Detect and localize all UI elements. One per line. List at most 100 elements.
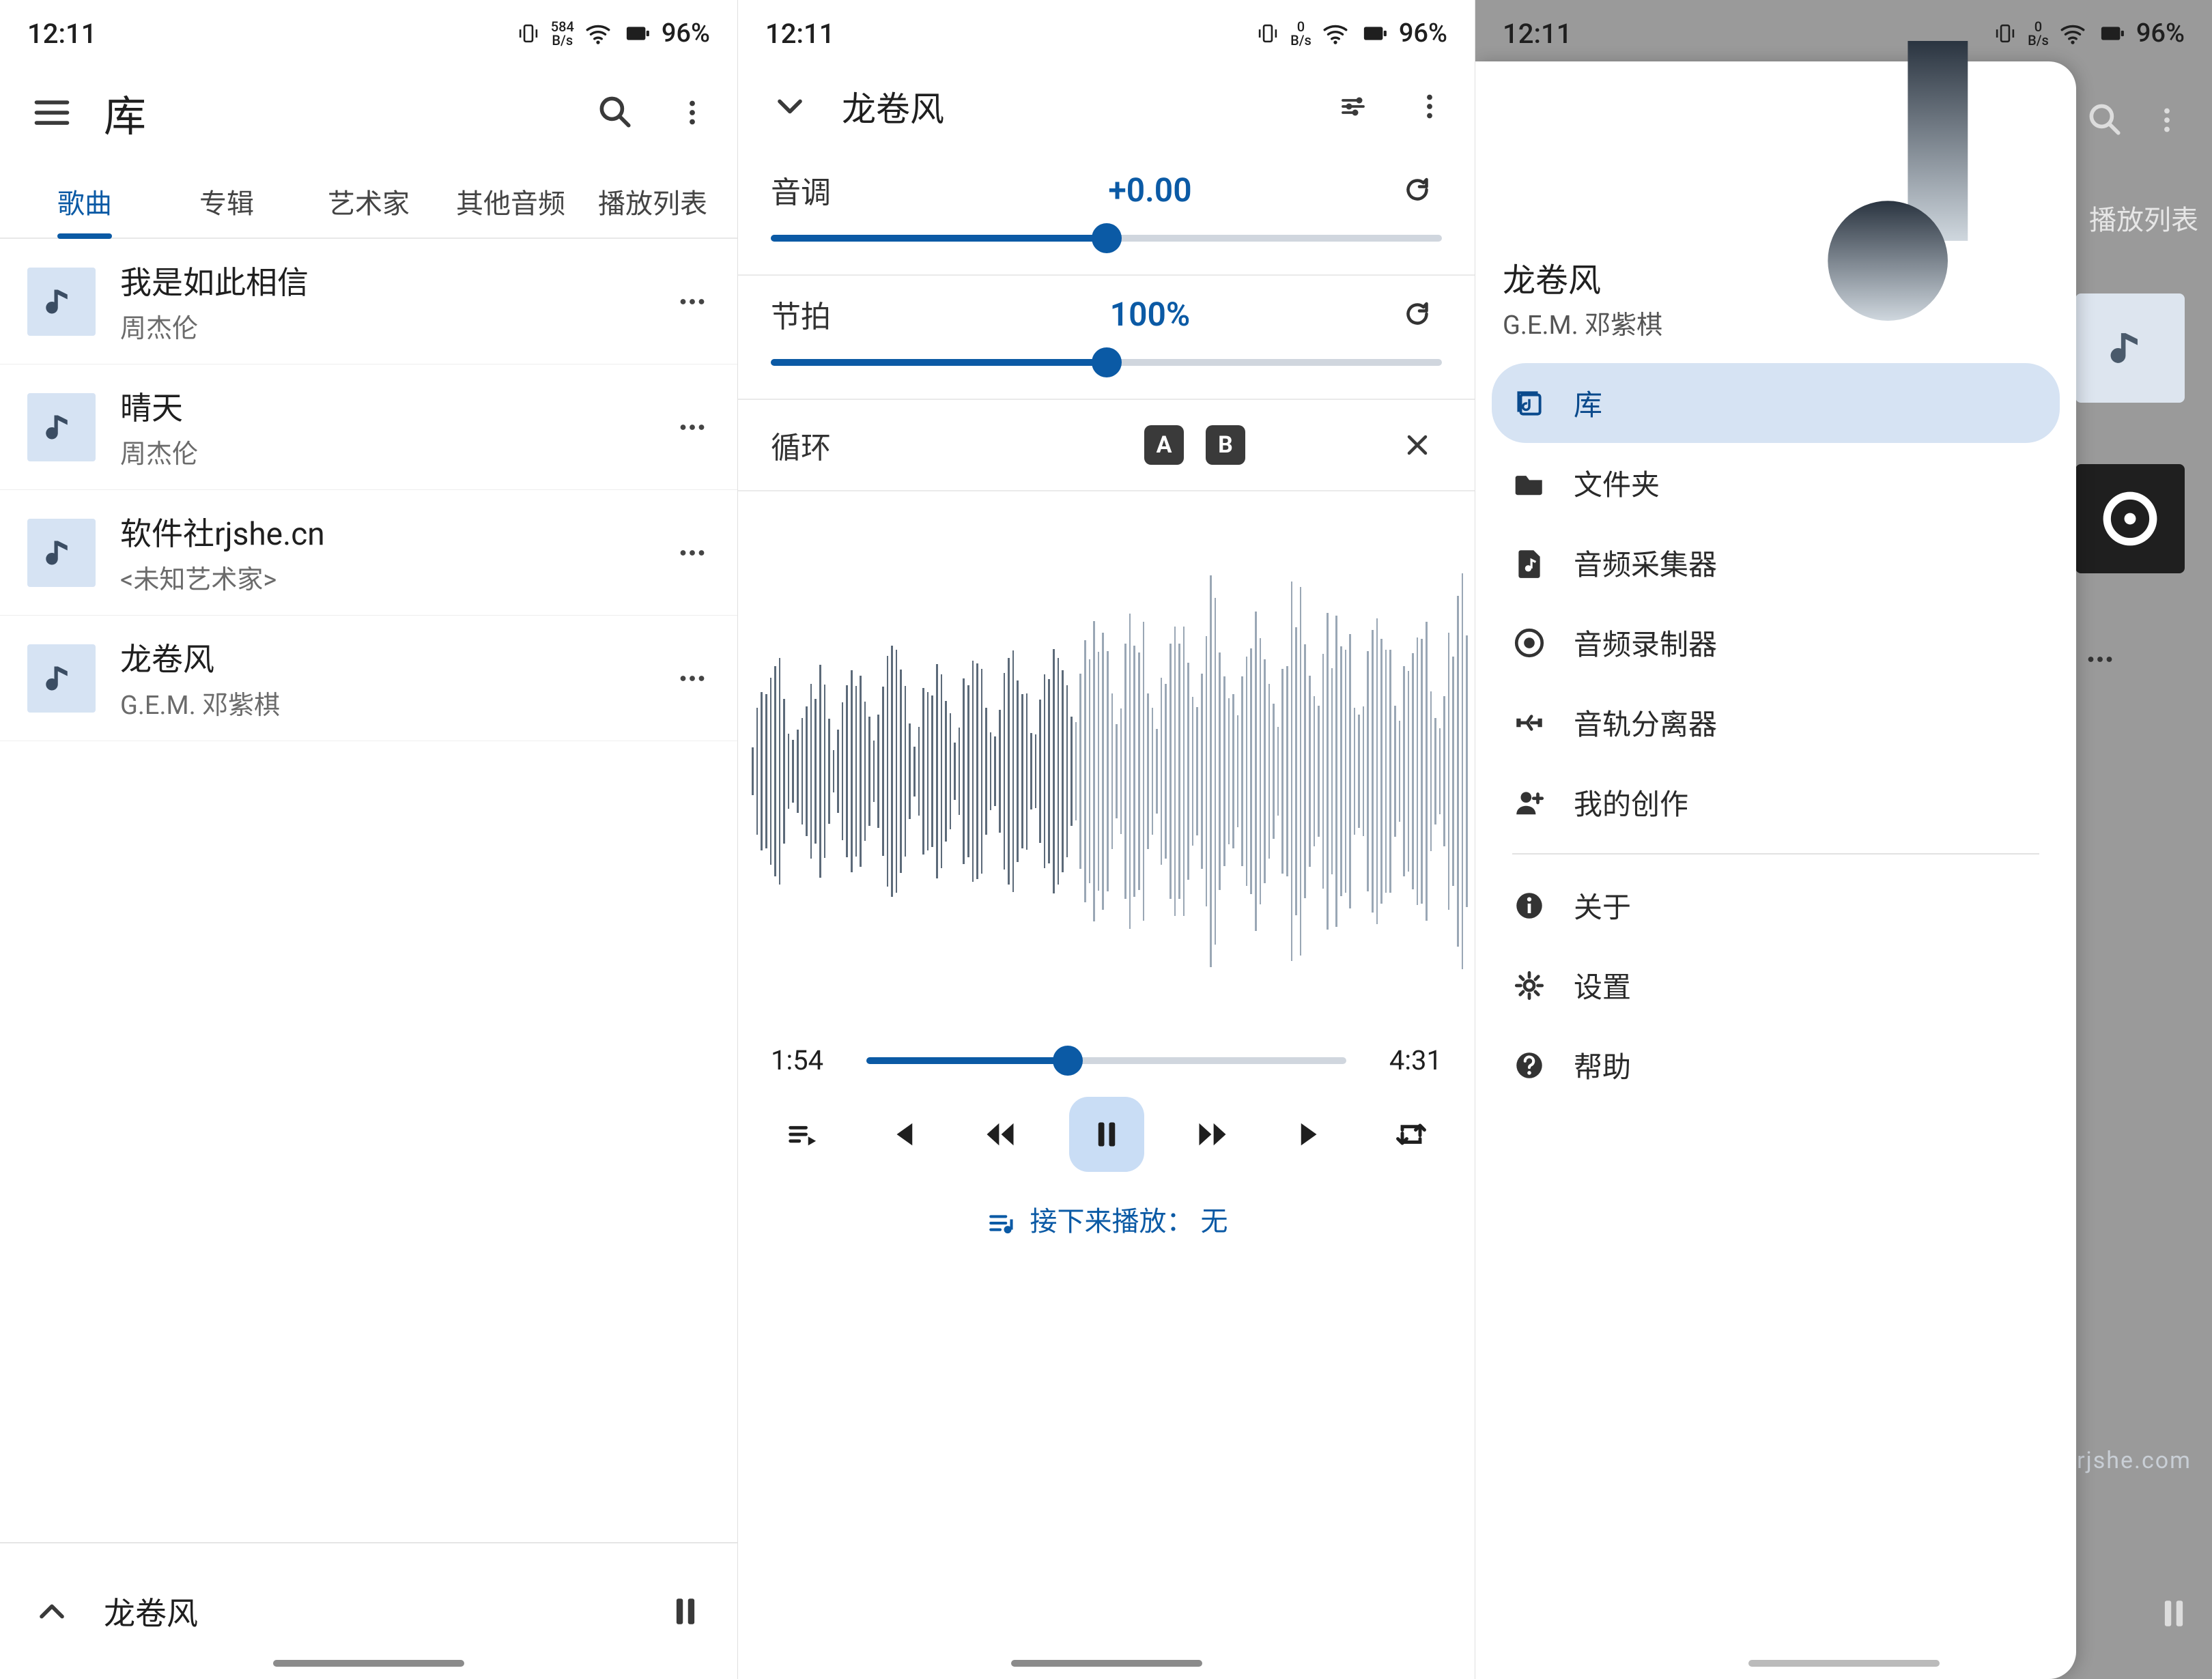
music-note-icon	[27, 644, 96, 713]
home-indicator	[1748, 1660, 1940, 1667]
home-indicator	[1011, 1660, 1202, 1667]
tab-artists[interactable]: 艺术家	[298, 164, 440, 238]
menu-item-my-creations[interactable]: 我的创作	[1492, 762, 2060, 842]
page-title: 库	[104, 82, 564, 143]
menu-item-folders[interactable]: 文件夹	[1492, 443, 2060, 523]
status-netspeed: 584B/s	[551, 20, 574, 47]
menu-item-audio-capture[interactable]: 音频采集器	[1492, 523, 2060, 603]
pitch-value: +0.00	[907, 171, 1393, 210]
screenshot-player: 12:11 0B/s 96% 龙卷风 音调 +0.00	[737, 0, 1475, 1679]
song-overflow-button[interactable]	[668, 528, 717, 577]
song-artist: 周杰伦	[120, 433, 643, 470]
wifi-icon	[1321, 19, 1350, 48]
tab-playlists[interactable]: 播放列表	[582, 164, 724, 238]
pause-button[interactable]	[661, 1587, 710, 1636]
up-next-row[interactable]: 接下来播放： 无	[738, 1186, 1475, 1266]
playback-controls	[738, 1090, 1475, 1186]
pitch-slider[interactable]	[771, 228, 1442, 248]
total-time: 4:31	[1367, 1044, 1442, 1076]
search-button[interactable]	[591, 88, 640, 137]
tab-songs[interactable]: 歌曲	[14, 164, 156, 238]
song-row[interactable]: 我是如此相信周杰伦	[0, 239, 737, 364]
up-next-value: 无	[1200, 1205, 1228, 1237]
song-title: 龙卷风	[120, 635, 643, 680]
status-battery: 96%	[1399, 18, 1447, 48]
loop-b-button[interactable]: B	[1206, 425, 1245, 465]
menu-label: 帮助	[1574, 1044, 1631, 1086]
fast-forward-button[interactable]	[1182, 1104, 1243, 1165]
menu-label: 设置	[1574, 964, 1631, 1006]
overflow-menu-button[interactable]	[668, 88, 717, 137]
elapsed-time: 1:54	[771, 1044, 846, 1076]
tempo-reset-button[interactable]	[1393, 289, 1442, 339]
status-time: 12:11	[27, 18, 96, 50]
equalizer-button[interactable]	[1329, 82, 1378, 131]
more-icon	[2075, 635, 2125, 684]
tempo-block: 节拍 100%	[738, 276, 1475, 399]
music-note-icon	[27, 268, 96, 336]
song-overflow-button[interactable]	[668, 654, 717, 703]
loop-a-button[interactable]: A	[1144, 425, 1184, 465]
ghost-tab-label: 播放列表	[2089, 198, 2198, 238]
vibrate-icon	[1255, 20, 1281, 46]
song-artist: <未知艺术家>	[120, 558, 643, 596]
library-tabs: 歌曲 专辑 艺术家 其他音频 播放列表	[0, 164, 737, 239]
collapse-player-button[interactable]	[765, 82, 814, 131]
queue-button[interactable]	[771, 1104, 832, 1165]
home-indicator	[273, 1660, 464, 1667]
battery-icon	[1359, 18, 1389, 48]
play-pause-button[interactable]	[1069, 1097, 1144, 1172]
music-note-icon	[27, 393, 96, 461]
wifi-icon	[584, 19, 612, 48]
tempo-value: 100%	[907, 295, 1393, 334]
menu-item-library[interactable]: 库	[1492, 363, 2060, 443]
song-row[interactable]: 软件社rjshe.cn<未知艺术家>	[0, 490, 737, 616]
loop-row: 循环 A B	[738, 400, 1475, 490]
seek-slider[interactable]	[866, 1050, 1346, 1071]
pause-icon	[2149, 1589, 2198, 1638]
previous-button[interactable]	[870, 1104, 932, 1165]
screenshot-library: 12:11 584B/s 96% 库 歌曲 专辑 艺术家 其他音频 播放列表	[0, 0, 737, 1679]
song-artist: 周杰伦	[120, 307, 643, 345]
menu-label: 文件夹	[1574, 462, 1660, 504]
loop-clear-button[interactable]	[1393, 420, 1442, 470]
status-battery: 96%	[662, 18, 710, 48]
menu-item-settings[interactable]: 设置	[1492, 945, 2060, 1025]
song-row[interactable]: 晴天周杰伦	[0, 364, 737, 490]
menu-item-about[interactable]: 关于	[1492, 865, 2060, 945]
rewind-button[interactable]	[969, 1104, 1031, 1165]
hamburger-menu-button[interactable]	[27, 88, 76, 137]
tab-other-audio[interactable]: 其他音频	[440, 164, 582, 238]
tab-albums[interactable]: 专辑	[156, 164, 298, 238]
song-overflow-button[interactable]	[668, 277, 717, 326]
loop-label: 循环	[771, 423, 1133, 467]
vibrate-icon	[515, 20, 541, 46]
waveform-display[interactable]	[738, 491, 1475, 1037]
player-song-title: 龙卷风	[842, 82, 1301, 131]
now-playing-title: 龙卷风	[104, 1589, 634, 1634]
tempo-slider[interactable]	[771, 352, 1442, 373]
song-row[interactable]: 龙卷风 G.E.M. 邓紫棋	[0, 616, 737, 741]
now-playing-bar[interactable]: 龙卷风	[0, 1542, 737, 1679]
next-button[interactable]	[1281, 1104, 1343, 1165]
navigation-drawer: 龙卷风 G.E.M. 邓紫棋 库 文件夹 音频采集器 音频录制器 音轨分离器 我…	[1475, 61, 2076, 1679]
pitch-block: 音调 +0.00	[738, 152, 1475, 274]
menu-item-help[interactable]: 帮助	[1492, 1025, 2060, 1105]
more-icon	[2142, 96, 2192, 145]
ghost-card-stack	[2075, 293, 2198, 684]
menu-item-audio-recorder[interactable]: 音频录制器	[1492, 603, 2060, 683]
song-artist: G.E.M. 邓紫棋	[120, 684, 643, 721]
pitch-reset-button[interactable]	[1393, 165, 1442, 214]
status-netspeed: 0B/s	[1290, 20, 1311, 47]
overflow-menu-button[interactable]	[1405, 82, 1454, 131]
menu-divider	[1512, 853, 2039, 855]
expand-player-button[interactable]	[27, 1587, 76, 1636]
status-bar: 12:11 584B/s 96%	[0, 0, 737, 61]
pitch-label: 音调	[771, 168, 907, 212]
screenshot-drawer: 12:11 0B/s 96% 播放列表 rjshe.com	[1475, 0, 2212, 1679]
song-overflow-button[interactable]	[668, 403, 717, 452]
menu-label: 音轨分离器	[1574, 702, 1717, 743]
music-note-icon	[27, 519, 96, 587]
menu-item-track-splitter[interactable]: 音轨分离器	[1492, 683, 2060, 762]
repeat-button[interactable]	[1380, 1104, 1442, 1165]
